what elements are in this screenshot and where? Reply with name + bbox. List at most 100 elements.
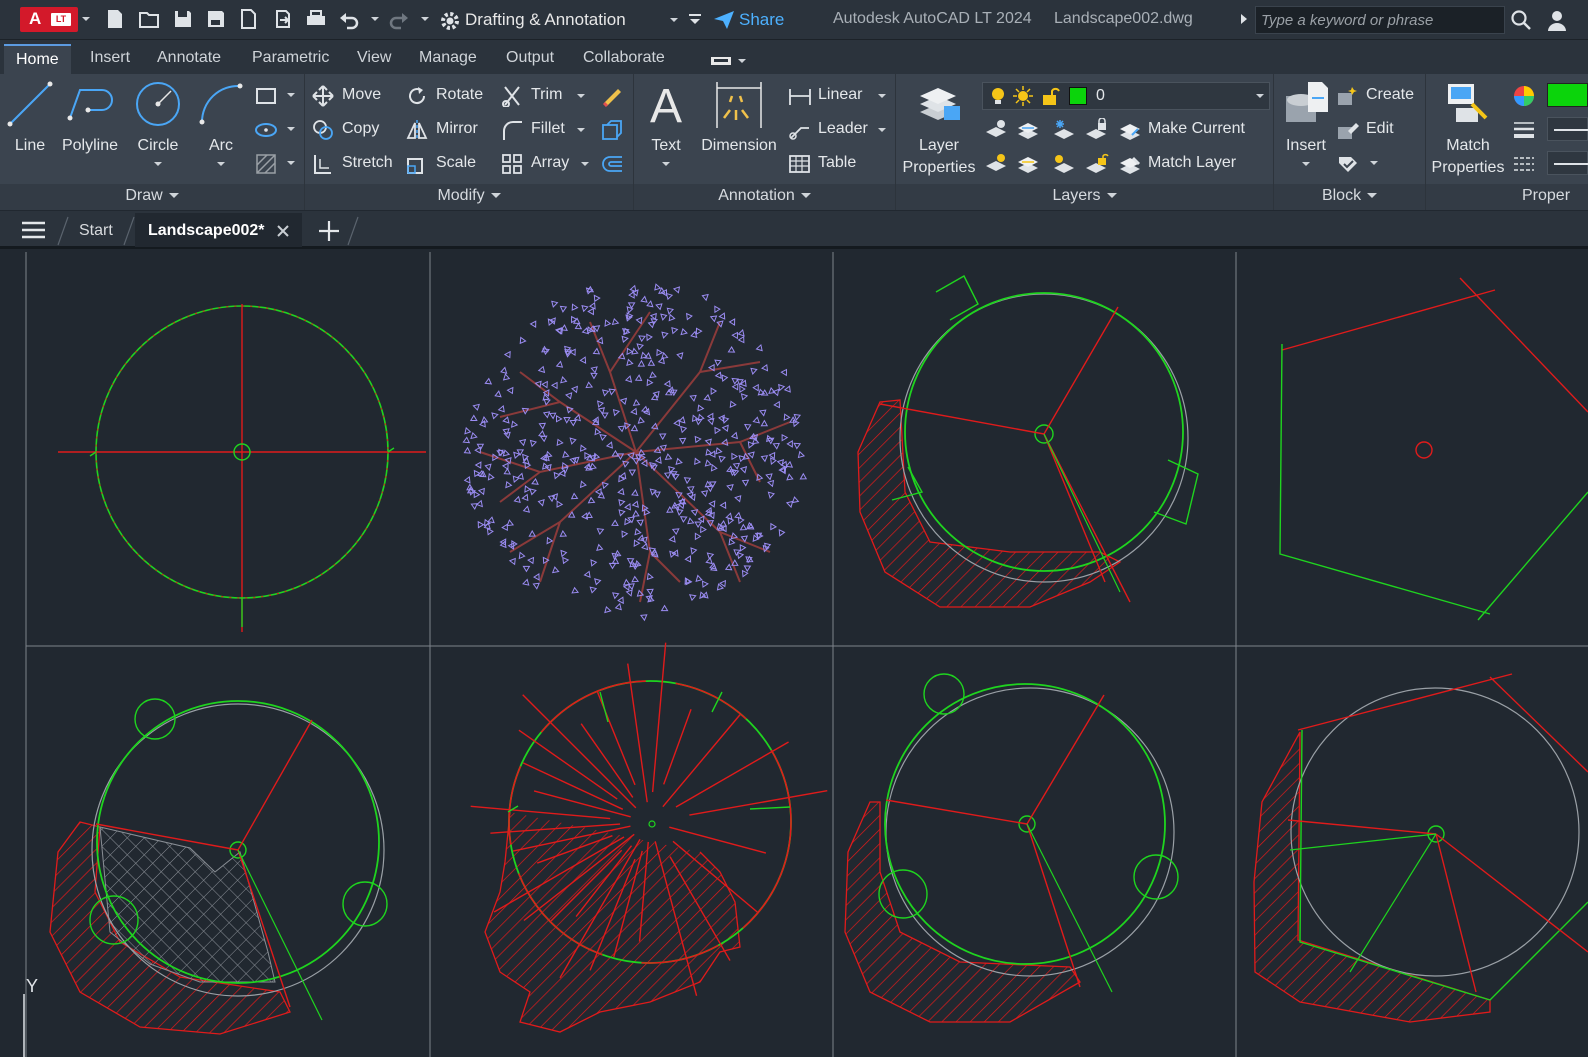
scale-tool[interactable]: Scale [406,150,496,178]
undo-icon[interactable] [338,8,360,30]
share-drawing-icon[interactable] [272,8,294,30]
tab-manage[interactable]: Manage [419,49,477,67]
radial-tree-symbol[interactable] [470,642,828,1033]
trim-tool[interactable]: Trim [501,82,591,110]
layer-on-icon[interactable] [984,152,1010,176]
layer-dropdown[interactable]: 0 [982,82,1270,110]
redo-icon[interactable] [388,8,410,30]
tab-parametric[interactable]: Parametric [252,49,329,67]
customize-toolbar-icon[interactable] [688,12,702,26]
tab-collaborate[interactable]: Collaborate [583,49,665,67]
hamburger-menu-icon[interactable] [21,221,46,239]
block-attributes-tool[interactable] [1336,150,1386,178]
linetype-dropdown[interactable] [1547,151,1588,175]
layer-unisolate-icon[interactable] [1016,152,1042,176]
circle-tool[interactable]: Circle [126,78,190,178]
linear-dimension-tool[interactable]: Linear [788,82,888,110]
tab-home[interactable]: Home [4,44,71,74]
color-wheel-icon[interactable] [1512,84,1536,108]
ribbon-display-toggle[interactable] [710,54,746,66]
tab-annotate[interactable]: Annotate [157,49,221,67]
leaf-mark [676,352,684,360]
circle-tree-hatch-symbol-2[interactable] [49,698,388,1035]
user-account-icon[interactable] [1545,8,1569,32]
create-block-tool[interactable]: Create [1336,82,1424,110]
pentagon-symbol[interactable] [1279,277,1588,621]
match-layer-tool[interactable]: Match Layer [1118,150,1268,178]
block-panel-title[interactable]: Block [1274,184,1425,210]
workspace-switcher[interactable]: Drafting & Annotation [437,6,685,34]
mirror-tool[interactable]: Mirror [406,116,496,144]
redo-caret[interactable] [421,17,429,21]
lineweight-icon[interactable] [1512,118,1536,142]
app-menu-caret[interactable] [82,17,90,21]
circle-tree-hatch-symbol-3[interactable] [844,673,1179,1023]
move-tool[interactable]: Move [312,82,396,110]
layer-freeze-icon[interactable] [1050,118,1076,142]
rectangle-tool[interactable] [255,82,299,110]
edit-block-tool[interactable]: Edit [1336,116,1424,144]
circle-crosshair-symbol[interactable] [58,304,426,632]
arc-tool[interactable]: Arc [194,78,248,178]
lineweight-dropdown[interactable] [1547,117,1588,141]
model-space[interactable]: Y [0,252,1588,1057]
annotation-panel-title[interactable]: Annotation [634,184,895,210]
layer-lock-icon[interactable] [1084,118,1110,142]
text-tool[interactable]: A Text [640,78,692,178]
arc-dropdown-caret[interactable] [217,162,225,166]
fillet-tool[interactable]: Fillet [501,116,591,144]
draw-panel-title[interactable]: Draw [0,184,304,210]
line-tool[interactable]: Line [4,78,56,168]
undo-caret[interactable] [371,17,379,21]
circle-tree-hatch-symbol-1[interactable] [857,275,1199,608]
layer-unlock-icon[interactable] [1084,152,1110,176]
dimension-tool[interactable]: Dimension [696,78,782,168]
layer-properties-tool[interactable]: Layer Properties [898,78,980,178]
polyline-tool[interactable]: Polyline [58,78,122,168]
tab-view[interactable]: View [357,49,391,67]
array-tool[interactable]: Array [501,150,591,178]
new-file-icon[interactable] [104,8,126,30]
open-folder-icon[interactable] [138,8,160,30]
tab-output[interactable]: Output [506,49,554,67]
tab-start[interactable]: Start [79,222,113,240]
search-input[interactable] [1256,7,1504,33]
save-as-icon[interactable] [205,8,227,30]
circle-dropdown-caret[interactable] [154,162,162,166]
application-menu-button[interactable]: A LT [20,7,78,32]
copy-tool[interactable]: Copy [312,116,396,144]
tab-insert[interactable]: Insert [90,49,130,67]
table-tool[interactable]: Table [788,150,888,178]
layer-off-icon[interactable] [984,118,1010,142]
properties-panel-title[interactable]: Proper [1426,184,1588,210]
rotate-tool[interactable]: Rotate [406,82,496,110]
modify-panel-title[interactable]: Modify [305,184,633,210]
insert-block-tool[interactable]: Insert [1278,78,1334,178]
layer-isolate-icon[interactable] [1016,118,1042,142]
erase-tool[interactable] [600,82,626,110]
plot-icon[interactable] [305,8,327,30]
tab-landscape002[interactable]: Landscape002* [135,213,302,247]
pentagon-hatch-symbol[interactable] [1253,673,1588,1023]
linetype-icon[interactable] [1512,152,1536,176]
tree-canopy-symbol[interactable] [462,283,808,622]
save-icon[interactable] [172,8,194,30]
search-icon[interactable] [1510,9,1532,31]
hatch-tool[interactable] [255,150,299,178]
explode-tool[interactable] [600,116,626,144]
leader-tool[interactable]: Leader [788,116,888,144]
close-icon[interactable] [277,225,289,237]
expand-search-icon[interactable] [1239,13,1249,25]
drawing-canvas[interactable]: Y [0,252,1588,1057]
ellipse-tool[interactable] [255,116,299,144]
match-properties-tool[interactable]: Match Properties [1426,78,1510,178]
open-from-web-icon[interactable] [238,8,260,30]
search-box[interactable] [1255,6,1505,34]
stretch-tool[interactable]: Stretch [312,150,402,178]
make-current-tool[interactable]: Make Current [1118,116,1268,144]
layer-thaw-icon[interactable] [1050,152,1076,176]
offset-tool[interactable] [600,150,626,178]
plus-icon[interactable] [318,220,340,242]
object-color-dropdown[interactable] [1547,83,1588,107]
layers-panel-title[interactable]: Layers [896,184,1273,210]
